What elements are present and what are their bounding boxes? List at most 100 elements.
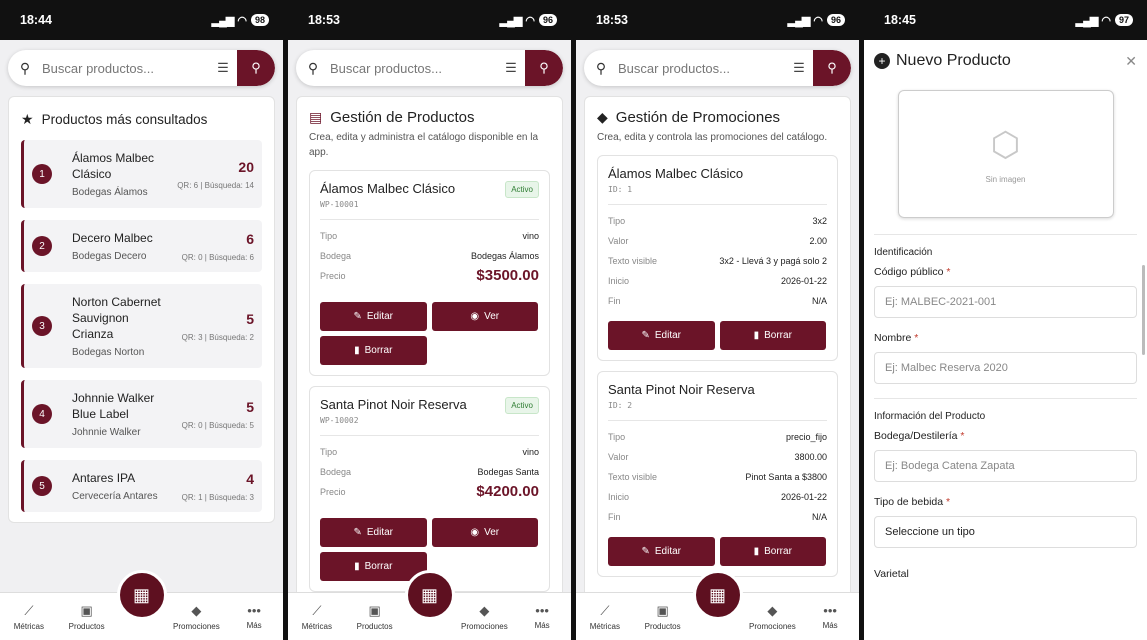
code-field[interactable]: Ej: MALBEC-2021-001 — [874, 286, 1137, 318]
promotion-end: N/A — [811, 296, 827, 306]
status-time: 18:53 — [596, 13, 628, 27]
drink-type-select[interactable]: Seleccione un tipo — [874, 516, 1137, 548]
more-icon: ••• — [823, 603, 837, 618]
search-button[interactable]: ⚲ — [525, 50, 563, 86]
search-icon: ⚲ — [19, 59, 31, 76]
query-count: 5 — [246, 398, 254, 415]
edit-button[interactable]: ✎ Editar — [320, 302, 427, 331]
winery-field[interactable]: Ej: Bodega Catena Zapata — [874, 450, 1137, 482]
product-name: Álamos Malbec Clásico — [320, 181, 456, 196]
list-item[interactable]: 2 Decero Malbec Bodegas Decero 6 QR: 0 | B… — [21, 220, 262, 272]
promotion-end: N/A — [811, 512, 827, 522]
chart-icon: ⟋ — [312, 602, 322, 618]
delete-button[interactable]: ▮ Borrar — [719, 537, 826, 566]
page-title: Gestión de Productos — [330, 109, 475, 126]
nav-productos[interactable]: ▣ Productos — [634, 603, 692, 631]
top-products-card: ★ Productos más consultados 1 Álamos Malb… — [8, 96, 275, 523]
product-name: Santa Pinot Noir Reserva — [320, 397, 467, 412]
query-breakdown: QR: 1 | Búsqueda: 3 — [181, 492, 254, 502]
status-time: 18:45 — [884, 13, 916, 27]
status-bar: 18:44 ▂▄▆ ◠ 98 — [0, 0, 283, 40]
wifi-icon: ◠ — [1101, 14, 1111, 27]
wifi-icon: ◠ — [237, 14, 247, 27]
varietal-label: Varietal — [874, 568, 909, 580]
qr-scan-button[interactable]: ▦ — [404, 570, 455, 620]
delete-button[interactable]: ▮ Borrar — [320, 336, 427, 365]
scrollbar[interactable] — [1142, 265, 1145, 355]
edit-button[interactable]: ✎ Editar — [608, 537, 715, 566]
trash-icon: ▮ — [753, 330, 760, 341]
search-input[interactable]: Buscar productos... — [330, 61, 497, 76]
search-icon: ⚲ — [307, 59, 319, 76]
signal-icon: ▂▄▆ — [1075, 14, 1099, 27]
tag-icon: ◆ — [767, 602, 778, 618]
list-item[interactable]: 4 Johnnie Walker Blue Label Johnnie Walke… — [21, 380, 262, 448]
search-input[interactable]: Buscar productos... — [42, 61, 209, 76]
promotion-value: 3800.00 — [794, 452, 827, 462]
promotion-type: precio_fijo — [785, 432, 827, 442]
filter-icon[interactable]: ☰ — [497, 60, 525, 76]
nav-productos[interactable]: ▣ Productos — [346, 603, 404, 631]
product-brand: Cervecería Antares — [72, 491, 158, 502]
nav-mas[interactable]: ••• Más — [801, 603, 859, 630]
search-button[interactable]: ⚲ — [237, 50, 275, 86]
product-price: $4200.00 — [476, 483, 539, 500]
tag-icon: ◆ — [479, 602, 490, 618]
delete-button[interactable]: ▮ Borrar — [719, 321, 826, 350]
list-item[interactable]: 5 Antares IPA Cervecería Antares 4 QR: 1 |… — [21, 460, 262, 512]
edit-button[interactable]: ✎ Editar — [320, 518, 427, 547]
nav-mas[interactable]: ••• Más — [225, 603, 283, 630]
edit-icon: ✎ — [641, 330, 650, 341]
qr-scan-button[interactable]: ▦ — [692, 570, 743, 620]
image-upload[interactable]: ⬡ Sin imagen — [897, 90, 1114, 218]
nav-mas[interactable]: ••• Más — [513, 603, 571, 630]
view-button[interactable]: ◉ Ver — [431, 518, 538, 547]
product-type: vino — [522, 231, 539, 241]
trash-icon: ▮ — [354, 345, 360, 356]
close-icon[interactable]: ✕ — [1125, 53, 1137, 70]
wifi-icon: ◠ — [525, 14, 535, 27]
status-badge: Activo — [505, 397, 539, 414]
list-item[interactable]: 1 Álamos Malbec Clásico Bodegas Álamos 20… — [21, 140, 262, 208]
product-code: WP-10002 — [320, 416, 359, 425]
page-subtitle: Crea, edita y controla las promociones d… — [597, 132, 828, 143]
promotion-product: Santa Pinot Noir Reserva — [608, 382, 755, 397]
eye-icon: ◉ — [470, 527, 480, 538]
qr-scan-button[interactable]: ▦ — [116, 570, 167, 620]
boxes-icon: ▣ — [368, 602, 381, 618]
nav-promociones[interactable]: ◆ Promociones — [168, 603, 226, 631]
promotion-card: Santa Pinot Noir Reserva ID: 2 Tipo preci… — [597, 371, 838, 577]
list-item[interactable]: 3 Norton Cabernet Sauvignon Crianza Bodeg… — [21, 284, 262, 368]
product-name: Antares IPA — [72, 471, 136, 485]
nav-metricas[interactable]: ⟋ Métricas — [0, 603, 58, 631]
rank-badge: 5 — [32, 476, 52, 496]
search-icon: ⚲ — [595, 59, 607, 76]
delete-button[interactable]: ▮ Borrar — [320, 552, 427, 581]
more-icon: ••• — [247, 603, 261, 618]
edit-button[interactable]: ✎ Editar — [608, 321, 715, 350]
filter-icon[interactable]: ☰ — [209, 60, 237, 76]
product-winery: Bodegas Álamos — [470, 251, 539, 261]
more-icon: ••• — [535, 603, 549, 618]
boxes-icon: ▣ — [656, 602, 669, 618]
no-image-label: Sin imagen — [985, 174, 1026, 184]
search-input[interactable]: Buscar productos... — [618, 61, 785, 76]
wifi-icon: ◠ — [813, 14, 823, 27]
view-button[interactable]: ◉ Ver — [431, 302, 538, 331]
nav-metricas[interactable]: ⟋ Métricas — [576, 603, 634, 631]
search-button[interactable]: ⚲ — [813, 50, 851, 86]
promotion-text: Pinot Santa a $3800 — [745, 472, 827, 482]
filter-icon[interactable]: ☰ — [785, 60, 813, 76]
product-name: Johnnie Walker Blue Label — [72, 391, 155, 421]
nav-metricas[interactable]: ⟋ Métricas — [288, 603, 346, 631]
nav-promociones[interactable]: ◆ Promociones — [456, 603, 514, 631]
page-subtitle: Crea, edita y administra el catálogo dis… — [309, 132, 539, 158]
nav-productos[interactable]: ▣ Productos — [58, 603, 116, 631]
promotion-text: 3x2 - Llevá 3 y pagá solo 2 — [719, 256, 827, 266]
query-breakdown: QR: 6 | Búsqueda: 14 — [177, 180, 254, 190]
products-panel: ▤ Gestión de Productos Crea, edita y admi… — [296, 96, 563, 616]
product-brand: Bodegas Norton — [72, 347, 145, 358]
nav-promociones[interactable]: ◆ Promociones — [744, 603, 802, 631]
battery-badge: 97 — [1114, 14, 1133, 26]
name-field[interactable]: Ej: Malbec Reserva 2020 — [874, 352, 1137, 384]
